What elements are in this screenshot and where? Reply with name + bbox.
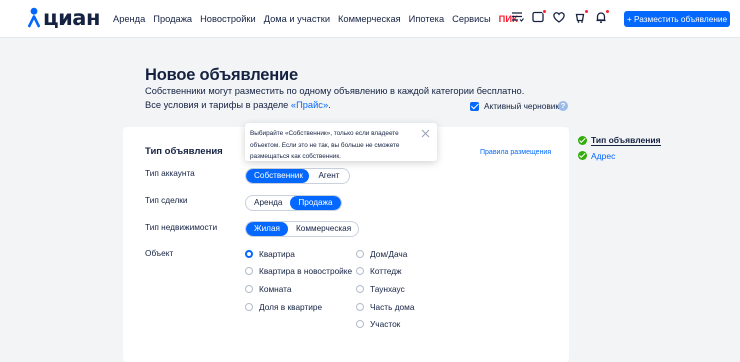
main-nav: Аренда Продажа Новостройки Дома и участк… xyxy=(113,12,526,26)
object-label: Объект xyxy=(145,248,174,258)
account-type-switch: Собственник Агент xyxy=(245,168,350,184)
check-icon xyxy=(578,151,587,160)
step-address[interactable]: Адрес xyxy=(578,148,661,163)
section-title: Тип объявления xyxy=(145,146,223,157)
property-type-switch: Жилая Коммерческая xyxy=(245,221,359,237)
radio-new-apartment[interactable]: Квартира в новостройке xyxy=(245,265,352,277)
step-label: Адрес xyxy=(591,150,616,161)
radio-button[interactable] xyxy=(245,285,253,293)
option-owner[interactable]: Собственник xyxy=(246,169,309,183)
deal-type-switch: Аренда Продажа xyxy=(245,195,342,211)
active-draft-checkbox[interactable] xyxy=(470,101,479,111)
option-rent[interactable]: Аренда xyxy=(246,196,290,210)
header-icons xyxy=(510,9,610,28)
price-link[interactable]: «Прайс» xyxy=(291,100,328,110)
radio-house-part[interactable]: Часть дома xyxy=(356,301,415,313)
radio-button[interactable] xyxy=(245,267,253,275)
logo-mark-icon xyxy=(28,7,40,28)
radio-label: Квартира xyxy=(259,249,295,259)
nav-item-new-buildings[interactable]: Новостройки xyxy=(200,12,256,26)
radio-cottage[interactable]: Коттедж xyxy=(356,265,402,277)
radio-label: Коттедж xyxy=(370,266,402,276)
radio-label: Квартира в новостройке xyxy=(259,266,353,276)
nav-item-services[interactable]: Сервисы xyxy=(452,12,491,26)
radio-button[interactable] xyxy=(356,250,364,258)
option-commercial[interactable]: Коммерческая xyxy=(288,222,358,236)
notifications-badge xyxy=(584,9,589,14)
active-draft-label: Активный черновик xyxy=(484,101,560,111)
radio-label: Доля в квартире xyxy=(259,302,323,312)
nav-item-mortgage[interactable]: Ипотека xyxy=(409,12,444,26)
option-agent[interactable]: Агент xyxy=(309,169,349,183)
step-ad-type[interactable]: Тип объявления xyxy=(578,133,661,148)
page-subtitle: Собственники могут разместить по одному … xyxy=(145,86,525,96)
account-type-label: Тип аккаунта xyxy=(145,168,195,178)
nav-item-houses[interactable]: Дома и участки xyxy=(264,12,330,26)
radio-room[interactable]: Комната xyxy=(245,283,292,295)
radio-townhouse[interactable]: Таунхаус xyxy=(356,283,405,295)
radio-land[interactable]: Участок xyxy=(356,318,400,330)
logo-text: циан xyxy=(43,6,100,30)
heart-icon[interactable] xyxy=(552,10,568,26)
bell-icon[interactable] xyxy=(594,9,610,26)
radio-button[interactable] xyxy=(245,303,253,311)
owner-tooltip: Выбирайте «Собственник», только если вла… xyxy=(245,123,437,161)
radio-button[interactable] xyxy=(356,303,364,311)
cian-logo[interactable]: циан xyxy=(28,5,100,31)
bell-badge xyxy=(605,9,610,14)
help-icon[interactable]: ? xyxy=(558,101,568,111)
radio-button[interactable] xyxy=(245,250,253,258)
radio-label: Таунхаус xyxy=(370,284,405,294)
check-icon xyxy=(578,136,587,145)
steps-sidebar: Тип объявления Адрес xyxy=(578,133,661,163)
radio-button[interactable] xyxy=(356,285,364,293)
notifications-icon[interactable] xyxy=(573,9,589,26)
tooltip-line: размещаться как собственник. xyxy=(250,153,341,160)
property-type-label: Тип недвижимости xyxy=(145,222,218,232)
page-subtitle-terms: Все условия и тарифы в разделе «Прайс». xyxy=(145,100,331,110)
radio-label: Часть дома xyxy=(370,302,415,312)
terms-suffix: . xyxy=(328,100,331,110)
radio-label: Комната xyxy=(259,284,292,294)
radio-apartment[interactable]: Квартира xyxy=(245,248,295,260)
radio-share[interactable]: Доля в квартире xyxy=(245,301,322,313)
option-residential[interactable]: Жилая xyxy=(246,222,288,236)
step-label: Тип объявления xyxy=(591,135,661,146)
close-icon[interactable] xyxy=(421,129,430,138)
page-title: Новое объявление xyxy=(145,66,298,84)
tooltip-text: Выбирайте «Собственник», только если вла… xyxy=(250,128,418,163)
radio-button[interactable] xyxy=(356,320,364,328)
chat-badge xyxy=(542,9,547,14)
radio-label: Дом/Дача xyxy=(370,249,408,259)
tooltip-line: объектом. Если это не так, вы больше не … xyxy=(250,141,400,149)
radio-house[interactable]: Дом/Дача xyxy=(356,248,407,260)
nav-item-commercial[interactable]: Коммерческая xyxy=(338,12,401,26)
rules-link[interactable]: Правила размещения xyxy=(480,149,551,156)
compare-icon[interactable] xyxy=(510,10,526,26)
option-sale[interactable]: Продажа xyxy=(290,196,341,210)
terms-text: Все условия и тарифы в разделе xyxy=(145,100,291,110)
nav-item-rent[interactable]: Аренда xyxy=(113,12,145,26)
deal-type-label: Тип сделки xyxy=(145,195,188,205)
top-header: циан Аренда Продажа Новостройки Дома и у… xyxy=(0,0,740,38)
chat-icon[interactable] xyxy=(531,9,547,26)
tooltip-line: Выбирайте «Собственник», только если вла… xyxy=(250,130,399,137)
nav-item-sale[interactable]: Продажа xyxy=(153,12,192,26)
radio-label: Участок xyxy=(370,319,401,329)
radio-button[interactable] xyxy=(356,267,364,275)
post-ad-button[interactable]: + Разместить объявление xyxy=(624,11,730,27)
active-draft-toggle[interactable]: Активный черновик xyxy=(470,100,559,112)
